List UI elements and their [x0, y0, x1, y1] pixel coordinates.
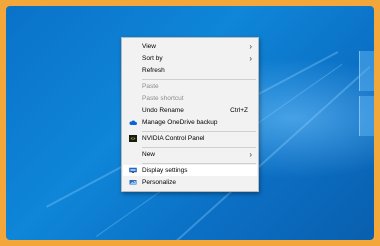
menu-separator	[142, 131, 256, 132]
menu-item-label: Paste	[142, 83, 159, 90]
menu-item-label: NVIDIA Control Panel	[142, 135, 205, 142]
nvidia-icon	[129, 135, 137, 142]
menu-item-label: Manage OneDrive backup	[142, 119, 218, 126]
chevron-right-icon: ›	[249, 150, 252, 159]
menu-item-label: Undo Rename	[142, 107, 184, 114]
desktop-context-menu: View › Sort by › Refresh Paste Paste sho…	[121, 37, 259, 192]
menu-item-new[interactable]: New ›	[123, 149, 257, 160]
menu-item-label: Sort by	[142, 55, 163, 62]
menu-separator	[142, 147, 256, 148]
menu-item-label: Refresh	[142, 67, 165, 74]
menu-item-shortcut: Ctrl+Z	[230, 107, 248, 114]
menu-item-sort-by[interactable]: Sort by ›	[123, 53, 257, 64]
menu-item-manage-onedrive-backup[interactable]: Manage OneDrive backup	[123, 117, 257, 128]
menu-item-label: Paste shortcut	[142, 95, 184, 102]
menu-item-display-settings[interactable]: Display settings	[123, 165, 257, 176]
menu-item-refresh[interactable]: Refresh	[123, 65, 257, 76]
menu-separator	[142, 163, 256, 164]
display-icon	[129, 167, 137, 173]
menu-item-view[interactable]: View ›	[123, 41, 257, 52]
menu-item-undo-rename[interactable]: Undo Rename Ctrl+Z	[123, 105, 257, 116]
chevron-right-icon: ›	[249, 54, 252, 63]
menu-item-personalize[interactable]: Personalize	[123, 177, 257, 188]
personalize-icon	[129, 180, 137, 185]
menu-item-paste[interactable]: Paste	[123, 81, 257, 92]
menu-item-label: Display settings	[142, 167, 188, 174]
menu-item-label: View	[142, 43, 156, 50]
wallpaper-window-pane	[359, 96, 374, 136]
menu-item-paste-shortcut[interactable]: Paste shortcut	[123, 93, 257, 104]
wallpaper-window-pane	[359, 51, 374, 91]
chevron-right-icon: ›	[249, 42, 252, 51]
menu-item-label: New	[142, 151, 156, 158]
menu-separator	[142, 79, 256, 80]
menu-item-label: Personalize	[142, 179, 176, 186]
menu-item-nvidia-control-panel[interactable]: NVIDIA Control Panel	[123, 133, 257, 144]
onedrive-cloud-icon	[129, 120, 137, 125]
